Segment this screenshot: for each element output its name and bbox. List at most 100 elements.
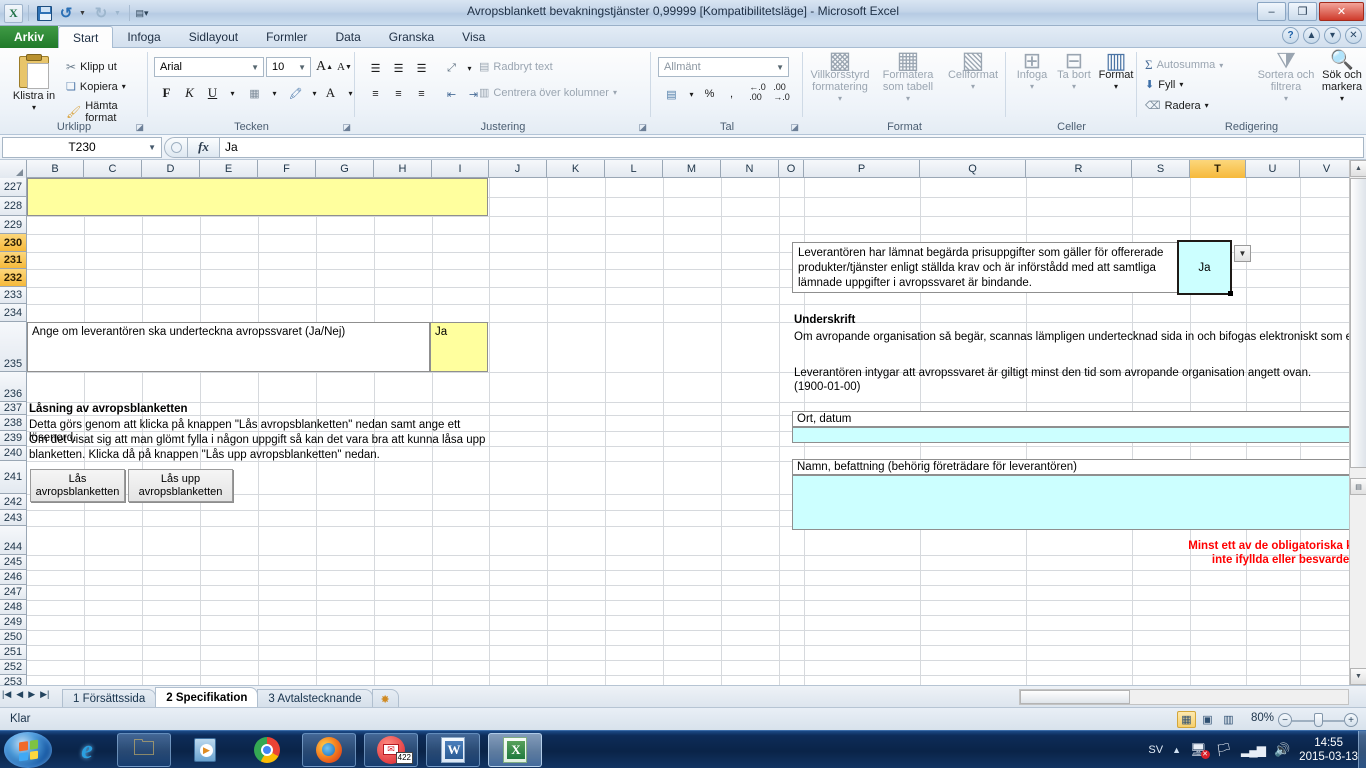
signal-icon[interactable]: ▂▄▆ [1241, 743, 1266, 757]
row-header-239[interactable]: 239 [0, 431, 27, 446]
taskbar-windows-explorer[interactable]: 🗀 [117, 733, 171, 767]
italic-button[interactable]: K [179, 83, 200, 103]
align-top-button[interactable]: ☰ [365, 58, 386, 78]
font-dialog-launcher[interactable]: ◪ [342, 122, 351, 133]
cell-declaration-text[interactable]: Leverantören har lämnat begärda prisuppg… [792, 242, 1182, 293]
fill-handle[interactable] [1228, 291, 1233, 296]
clipboard-dialog-launcher[interactable]: ◪ [135, 122, 144, 133]
zoom-slider[interactable]: − + [1278, 712, 1358, 728]
font-family-select[interactable]: Arial ▼ [154, 57, 264, 77]
font-color-button[interactable]: A [320, 83, 341, 103]
paste-button[interactable]: Klistra in ▾ [8, 54, 60, 114]
tab-arkiv[interactable]: Arkiv [0, 26, 58, 48]
taskbar-google-chrome[interactable] [240, 733, 294, 767]
comma-format-button[interactable]: , [721, 84, 742, 104]
row-header-230[interactable]: 230 [0, 234, 27, 252]
validation-dropdown-button[interactable]: ▼ [1234, 245, 1251, 262]
network-icon[interactable]: 🖥 ✕ [1190, 742, 1210, 759]
taskbar-microsoft-excel[interactable]: X [488, 733, 542, 767]
column-header-P[interactable]: P [804, 160, 920, 178]
percent-format-button[interactable]: % [699, 84, 720, 104]
show-hidden-icons-button[interactable]: ▲ [1172, 745, 1181, 755]
zoom-in-button[interactable]: + [1344, 713, 1358, 727]
unlock-form-button[interactable]: Lås upp avropsblanketten [128, 469, 233, 502]
underline-dropdown[interactable]: ▾ [222, 83, 243, 103]
tab-formler[interactable]: Formler [252, 26, 321, 48]
taskbar-mozilla-firefox[interactable] [302, 733, 356, 767]
row-header-228[interactable]: 228 [0, 197, 27, 216]
decrease-decimal-button[interactable]: .00 →.0 [771, 82, 792, 102]
row-header-237[interactable]: 237 [0, 402, 27, 415]
insert-cells-button[interactable]: ⊞ Infoga ▾ [1012, 50, 1052, 93]
row-header-242[interactable]: 242 [0, 494, 27, 510]
vertical-scrollbar[interactable]: ▲ ▤ ▼ [1349, 160, 1366, 685]
column-header-B[interactable]: B [27, 160, 84, 178]
orientation-dropdown[interactable]: ▾ [459, 58, 480, 78]
normal-view-button[interactable]: ▦ [1177, 711, 1196, 728]
cell-underteckna-value[interactable]: Ja [430, 322, 488, 372]
row-header-236[interactable]: 236 [0, 372, 27, 402]
insert-function-button[interactable]: fx [188, 136, 220, 158]
scroll-down-button[interactable]: ▼ [1350, 668, 1366, 685]
row-header-245[interactable]: 245 [0, 555, 27, 570]
page-break-view-button[interactable]: ▥ [1219, 711, 1238, 728]
scroll-up-button[interactable]: ▲ [1350, 160, 1366, 177]
increase-decimal-button[interactable]: ←.0.00 [747, 82, 768, 102]
row-header-227[interactable]: 227 [0, 178, 27, 197]
tab-infoga[interactable]: Infoga [113, 26, 174, 48]
zoom-out-button[interactable]: − [1278, 713, 1292, 727]
page-layout-view-button[interactable]: ▣ [1198, 711, 1217, 728]
borders-button[interactable]: ▦ [244, 83, 265, 103]
action-center-icon[interactable]: 🏳 [1216, 742, 1233, 758]
row-header-243[interactable]: 243 [0, 510, 27, 526]
cell-declaration-answer[interactable]: Ja [1177, 240, 1233, 296]
conditional-formatting-button[interactable]: ▩ Villkorsstyrd formatering ▾ [807, 49, 873, 105]
row-header-233[interactable]: 233 [0, 287, 27, 304]
column-header-U[interactable]: U [1246, 160, 1300, 178]
tab-granska[interactable]: Granska [375, 26, 448, 48]
last-sheet-button[interactable]: ▶| [40, 689, 49, 700]
row-header-241[interactable]: 241 [0, 461, 27, 494]
show-desktop-button[interactable] [1358, 731, 1366, 768]
delete-cells-button[interactable]: ⊟ Ta bort ▾ [1056, 50, 1092, 93]
sheet-tab-forsattssida[interactable]: 1 Försättssida [62, 689, 157, 708]
name-box[interactable]: T230 ▼ [2, 136, 162, 158]
close-workbook-icon[interactable]: ✕ [1345, 27, 1362, 44]
minimize-button[interactable]: – [1257, 2, 1286, 21]
row-header-244[interactable]: 244 [0, 526, 27, 555]
cell-namn-label[interactable]: Namn, befattning (behörig företrädare fö… [792, 459, 1366, 475]
font-size-select[interactable]: 10 ▼ [266, 57, 311, 77]
cell-underteckna-label[interactable]: Ange om leverantören ska underteckna avr… [27, 322, 430, 372]
zoom-slider-thumb[interactable] [1314, 713, 1323, 727]
row-header-235[interactable]: 235 [0, 322, 27, 372]
close-button[interactable]: ✕ [1319, 2, 1364, 21]
formula-input[interactable]: Ja [220, 136, 1364, 158]
row-header-248[interactable]: 248 [0, 600, 27, 615]
copy-button[interactable]: ❏ Kopiera ▾ [66, 80, 126, 94]
vertical-scroll-thumb[interactable] [1350, 178, 1366, 468]
format-cells-button[interactable]: ▥ Format ▾ [1096, 50, 1136, 93]
number-dialog-launcher[interactable]: ◪ [790, 122, 799, 133]
align-right-button[interactable]: ≡ [411, 84, 432, 104]
autosum-button[interactable]: Σ Autosumma ▾ [1145, 57, 1223, 73]
borders-dropdown[interactable]: ▾ [264, 83, 285, 103]
tab-data[interactable]: Data [321, 26, 374, 48]
row-header-238[interactable]: 238 [0, 415, 27, 431]
wrap-text-button[interactable]: ▤ Radbryt text [479, 60, 553, 74]
language-indicator[interactable]: SV [1148, 744, 1163, 756]
sheet-canvas[interactable]: Ange om leverantören ska underteckna avr… [27, 178, 1366, 685]
accounting-format-button[interactable]: ▤ [661, 84, 682, 104]
prev-sheet-button[interactable]: ◀ [16, 689, 23, 700]
clock[interactable]: 14:55 2015-03-13 [1299, 736, 1358, 764]
align-middle-button[interactable]: ☰ [388, 58, 409, 78]
format-as-table-button[interactable]: ▦ Formatera som tabell ▾ [875, 49, 941, 105]
cell-ort-datum-input[interactable] [792, 427, 1366, 443]
column-header-M[interactable]: M [663, 160, 721, 178]
column-header-N[interactable]: N [721, 160, 779, 178]
cell-yellow-block[interactable] [27, 178, 488, 216]
row-header-251[interactable]: 251 [0, 645, 27, 660]
tab-sidlayout[interactable]: Sidlayout [175, 26, 252, 48]
column-header-L[interactable]: L [605, 160, 663, 178]
next-sheet-button[interactable]: ▶ [28, 689, 35, 700]
first-sheet-button[interactable]: |◀ [2, 689, 11, 700]
